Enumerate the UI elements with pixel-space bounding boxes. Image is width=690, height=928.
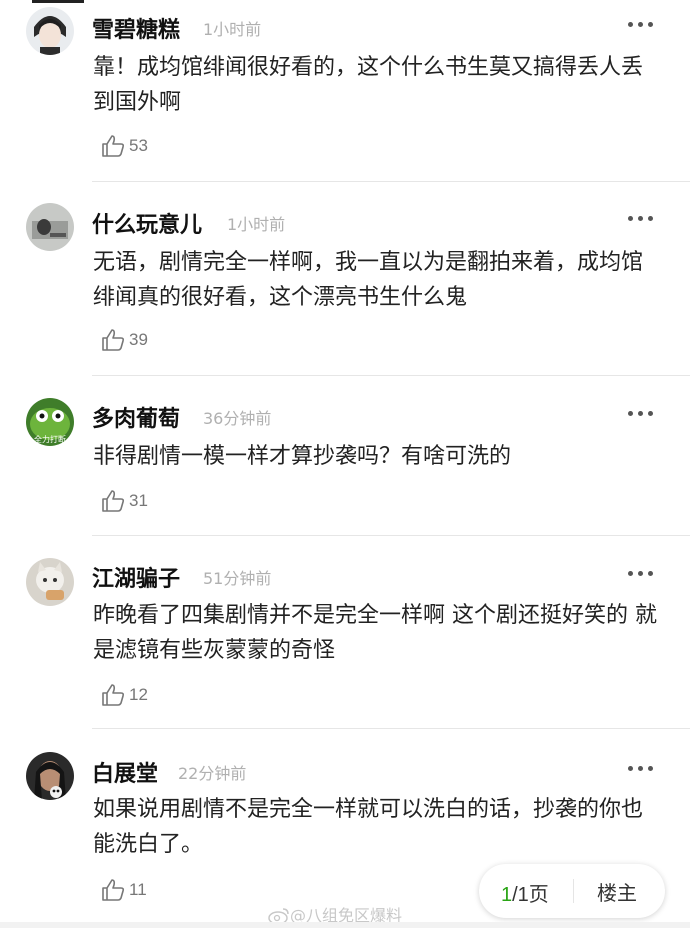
avatar-caption: 全力打断 (34, 434, 66, 444)
comment-text: 靠！成均馆绯闻很好看的，这个什么书生莫又搞得丢人丢到国外啊 (93, 55, 644, 115)
like-button[interactable]: 53 (100, 132, 148, 160)
avatar[interactable]: 全力打断 (26, 398, 74, 446)
comment-text: 非得剧情一模一样才算抄袭吗？有啥可洗的 (93, 444, 512, 469)
divider (92, 375, 690, 376)
timestamp: 22分钟前 (178, 764, 247, 783)
pager-divider (573, 879, 574, 903)
like-button[interactable]: 31 (100, 487, 148, 515)
divider (92, 181, 690, 182)
avatar[interactable] (26, 752, 74, 800)
like-count: 39 (129, 330, 148, 349)
avatar[interactable] (26, 558, 74, 606)
username[interactable]: 什么玩意儿 (92, 207, 202, 239)
page-indicator[interactable]: 1/1页 (501, 878, 549, 907)
more-dots-icon[interactable] (626, 213, 656, 223)
like-count: 31 (129, 491, 148, 510)
timestamp: 51分钟前 (203, 569, 272, 588)
like-button[interactable]: 12 (100, 681, 148, 709)
like-count: 12 (129, 685, 148, 704)
thumbs-up-icon (102, 329, 125, 351)
timestamp: 36分钟前 (203, 409, 272, 428)
username[interactable]: 多肉葡萄 (92, 401, 180, 433)
comment-text: 昨晚看了四集剧情并不是完全一样啊 这个剧还挺好笑的 就是滤镜有些灰蒙蒙的奇怪 (93, 603, 657, 663)
username[interactable]: 白展堂 (92, 756, 158, 788)
like-count: 53 (129, 136, 148, 155)
username[interactable]: 雪碧糖糕 (92, 12, 180, 44)
comment-text: 如果说用剧情不是完全一样就可以洗白的话，抄袭的你也能洗白了。 (93, 797, 644, 857)
divider (92, 728, 690, 729)
bottom-strip (0, 922, 690, 928)
timestamp: 1小时前 (203, 20, 262, 39)
thumbs-up-icon (102, 490, 125, 512)
like-button[interactable]: 11 (100, 876, 147, 904)
timestamp: 1小时前 (227, 215, 286, 234)
thumbs-up-icon (102, 879, 125, 901)
thumbs-up-icon (102, 684, 125, 706)
more-dots-icon[interactable] (626, 19, 656, 29)
current-page: 1 (501, 884, 513, 906)
more-dots-icon[interactable] (626, 568, 656, 578)
more-dots-icon[interactable] (626, 763, 656, 773)
more-dots-icon[interactable] (626, 408, 656, 418)
page-navigator: 1/1页 楼主 (479, 864, 665, 918)
like-count: 11 (129, 880, 147, 899)
like-button[interactable]: 39 (100, 326, 148, 354)
avatar[interactable] (26, 203, 74, 251)
total-pages: /1页 (512, 884, 549, 906)
divider (92, 535, 690, 536)
avatar[interactable] (26, 7, 74, 55)
thumbs-up-icon (102, 135, 125, 157)
username[interactable]: 江湖骗子 (92, 561, 180, 593)
comment-text: 无语，剧情完全一样啊，我一直以为是翻拍来着，成均馆绯闻真的很好看，这个漂亮书生什… (93, 250, 644, 310)
top-edge-bar (32, 0, 84, 3)
only-owner-button[interactable]: 楼主 (597, 877, 637, 906)
